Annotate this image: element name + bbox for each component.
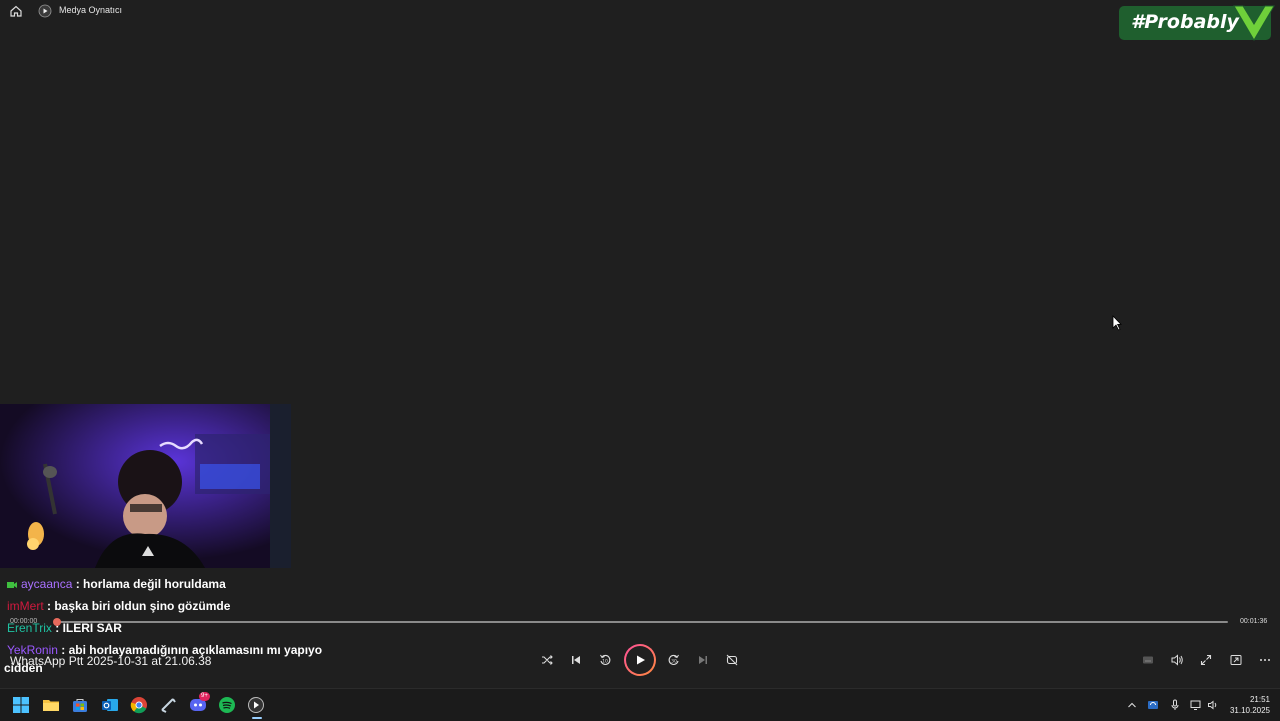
app-title: Medya Oynatıcı (59, 5, 123, 15)
title-bar: Medya Oynatıcı (0, 0, 1280, 22)
sync-icon[interactable] (1147, 699, 1159, 711)
discord-button[interactable]: 9+ (189, 692, 210, 714)
spotify-icon[interactable] (218, 696, 236, 714)
chat-message: aycaanca : horlama değil horuldama (7, 577, 226, 591)
seek-bar[interactable] (57, 621, 1228, 623)
watermark-logo-icon (1233, 5, 1275, 41)
miniplayer-button[interactable] (1228, 652, 1244, 668)
webcam-image (0, 404, 291, 568)
fullscreen-button[interactable] (1198, 652, 1214, 668)
play-icon (637, 655, 645, 665)
mouse-cursor-icon (1112, 315, 1122, 331)
fullscreen-icon (1200, 654, 1212, 666)
total-time: 00:01:36 (1240, 618, 1268, 625)
windows-start-icon[interactable] (12, 696, 30, 714)
file-explorer-icon[interactable] (42, 696, 60, 714)
media-player-icon (248, 697, 264, 713)
speaker-icon[interactable] (1207, 699, 1219, 711)
chat-message: imMert : başka biri oldun şino gözümde (7, 599, 230, 613)
repeat-off-icon (726, 654, 738, 666)
more-button[interactable] (1257, 652, 1273, 668)
microsoft-store-icon[interactable] (71, 696, 89, 714)
subtitles-icon (1143, 656, 1153, 664)
chat-text: : ILERI SAR (55, 621, 122, 635)
next-icon (699, 656, 707, 664)
svg-text:10: 10 (602, 659, 608, 665)
outlook-icon[interactable] (101, 696, 119, 714)
clock-time: 21:51 (1249, 695, 1270, 704)
media-player-app-icon (38, 4, 52, 18)
system-clock[interactable]: 21:51 31.10.2025 (1222, 694, 1270, 716)
next-button[interactable] (695, 652, 711, 668)
volume-button[interactable] (1169, 652, 1185, 668)
shuffle-icon (542, 655, 553, 665)
volume-icon (1171, 654, 1183, 666)
play-button[interactable] (624, 644, 656, 676)
chat-text: : horlama değil horuldama (75, 577, 226, 591)
steam-icon[interactable] (159, 696, 177, 714)
microphone-icon[interactable] (1169, 699, 1181, 711)
camera-icon (7, 581, 17, 588)
seek-thumb[interactable] (53, 618, 61, 626)
discord-badge: 9+ (199, 692, 210, 701)
taskbar: 9+ 21:51 31.10.2025 (0, 688, 1280, 721)
home-icon[interactable] (9, 4, 23, 18)
chevron-up-icon[interactable] (1126, 699, 1138, 711)
chat-text: : başka biri oldun şino gözümde (47, 599, 231, 613)
subtitles-button[interactable] (1140, 652, 1156, 668)
active-app-indicator (252, 717, 262, 719)
miniplayer-icon (1230, 655, 1242, 665)
rewind-10-icon: 10 (600, 654, 611, 665)
clock-date: 31.10.2025 (1229, 706, 1270, 715)
play-button-inner (626, 646, 654, 674)
svg-text:30: 30 (671, 659, 677, 665)
watermark-text: #Probably (1131, 11, 1239, 33)
chat-username[interactable]: imMert (7, 599, 44, 613)
current-time: 00:00:00 (10, 618, 38, 625)
media-title: WhatsApp Ptt 2025-10-31 at 21.06.38 (10, 654, 212, 668)
rewind-10-button[interactable]: 10 (597, 652, 613, 668)
chat-username[interactable]: aycaanca (21, 577, 72, 591)
forward-30-icon: 30 (668, 654, 679, 665)
previous-button[interactable] (568, 652, 584, 668)
network-icon[interactable] (1190, 699, 1202, 711)
previous-icon (572, 656, 580, 664)
media-player-taskbar-button[interactable] (247, 696, 267, 719)
repeat-button[interactable] (724, 652, 740, 668)
webcam-overlay (0, 404, 291, 568)
chrome-icon[interactable] (130, 696, 148, 714)
more-icon (1260, 659, 1270, 661)
shuffle-button[interactable] (539, 652, 555, 668)
forward-30-button[interactable]: 30 (666, 652, 682, 668)
